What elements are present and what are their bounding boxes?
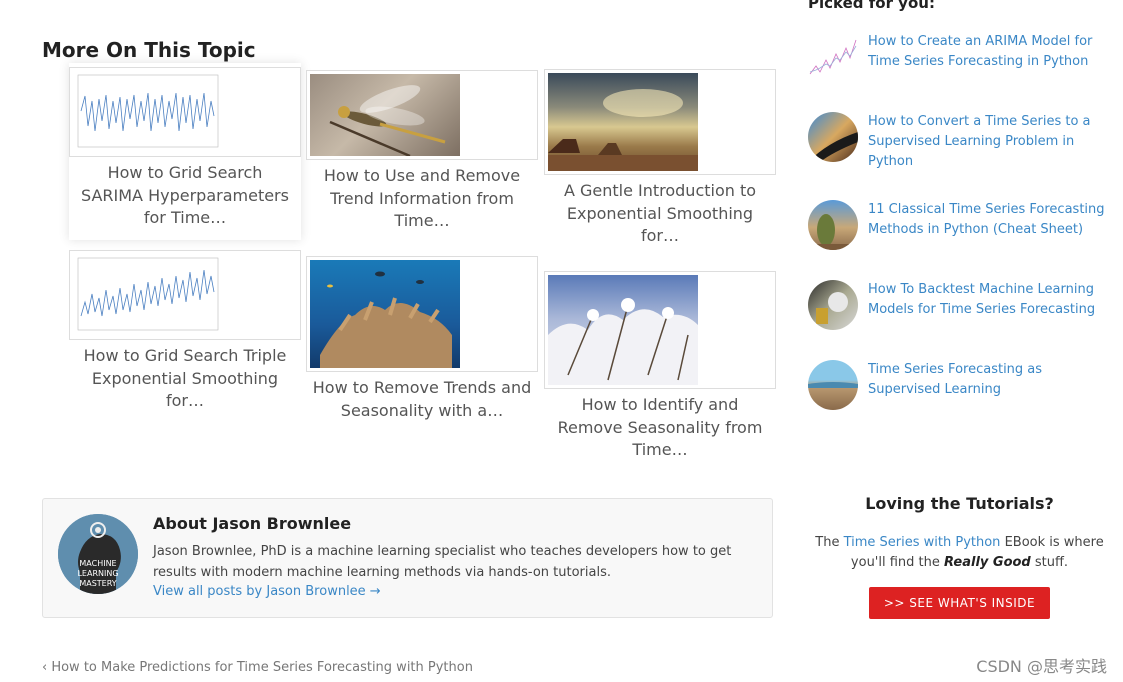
- picked-item-title[interactable]: How to Convert a Time Series to a Superv…: [868, 112, 1113, 172]
- coral-reef-photo-icon: [320, 271, 452, 368]
- cactus-photo-icon: [808, 214, 858, 250]
- related-post-title[interactable]: A Gentle Introduction to Exponential Smo…: [544, 180, 776, 248]
- view-all-posts-link[interactable]: View all posts by Jason Brownlee →: [153, 584, 381, 599]
- line-chart-thumb-icon: [809, 39, 857, 75]
- related-post-card[interactable]: A Gentle Introduction to Exponential Smo…: [544, 69, 776, 248]
- promo-text: The Time Series with Python EBook is whe…: [808, 533, 1111, 573]
- picked-item-thumbnail[interactable]: [808, 280, 858, 330]
- related-post-thumbnail[interactable]: [69, 250, 301, 340]
- picked-for-you-title: Picked for you:: [808, 0, 935, 12]
- picked-item[interactable]: 11 Classical Time Series Forecasting Met…: [808, 200, 1118, 260]
- section-title: More On This Topic: [42, 38, 256, 62]
- promo-text-before: The: [815, 535, 844, 550]
- line-chart-thumb-icon: [73, 71, 223, 153]
- picked-item-title[interactable]: 11 Classical Time Series Forecasting Met…: [868, 200, 1113, 240]
- related-post-card[interactable]: How to Remove Trends and Seasonality wit…: [306, 256, 538, 422]
- picked-item[interactable]: How to Convert a Time Series to a Superv…: [808, 112, 1118, 172]
- picked-item-thumbnail[interactable]: [808, 112, 858, 162]
- ebook-link[interactable]: Time Series with Python: [844, 535, 1001, 550]
- picked-item-thumbnail[interactable]: [808, 32, 858, 82]
- avatar-text-line: LEARNING: [77, 569, 118, 578]
- picked-item-thumbnail[interactable]: [808, 200, 858, 250]
- sidebar: Picked for you: How to Create an ARIMA M…: [808, 0, 1118, 682]
- related-post-thumbnail[interactable]: [544, 271, 776, 389]
- related-post-title[interactable]: How to Grid Search SARIMA Hyperparameter…: [69, 162, 301, 230]
- author-avatar-image: MACHINE LEARNING MASTERY: [58, 514, 138, 594]
- dragonfly-photo-icon: [329, 85, 446, 156]
- related-post-card[interactable]: How to Grid Search Triple Exponential Sm…: [69, 250, 301, 413]
- picked-item[interactable]: How to Create an ARIMA Model for Time Se…: [808, 32, 1118, 92]
- avatar-text-line: MASTERY: [79, 579, 116, 588]
- promo-emphasis: Really Good: [944, 555, 1031, 570]
- picked-item[interactable]: Time Series Forecasting as Supervised Le…: [808, 360, 1118, 420]
- beach-photo-icon: [808, 382, 858, 388]
- promo-title: Loving the Tutorials?: [865, 494, 1054, 513]
- watermark: CSDN @思考实践: [976, 657, 1107, 676]
- desert-sky-photo-icon: [548, 89, 698, 171]
- related-post-thumbnail[interactable]: [306, 256, 538, 372]
- picked-item-thumbnail[interactable]: [808, 360, 858, 410]
- picked-item-title[interactable]: Time Series Forecasting as Supervised Le…: [868, 360, 1113, 400]
- picked-item[interactable]: How To Backtest Machine Learning Models …: [808, 280, 1118, 340]
- related-post-card[interactable]: How to Use and Remove Trend Information …: [306, 70, 538, 233]
- related-post-card[interactable]: How to Grid Search SARIMA Hyperparameter…: [69, 63, 301, 240]
- related-post-title[interactable]: How to Grid Search Triple Exponential Sm…: [69, 345, 301, 413]
- related-post-title[interactable]: How to Use and Remove Trend Information …: [306, 165, 538, 233]
- picked-item-title[interactable]: How To Backtest Machine Learning Models …: [868, 280, 1113, 320]
- author-bio: Jason Brownlee, PhD is a machine learnin…: [153, 544, 732, 580]
- main-content: More On This Topic How to Grid Search SA…: [42, 0, 776, 682]
- promo-box: Loving the Tutorials? The Time Series wi…: [808, 494, 1111, 619]
- promo-text-after: stuff.: [1030, 555, 1069, 570]
- related-post-thumbnail[interactable]: [544, 69, 776, 175]
- related-post-card[interactable]: How to Identify and Remove Seasonality f…: [544, 271, 776, 462]
- line-chart-thumb-icon: [77, 257, 219, 331]
- author-avatar[interactable]: MACHINE LEARNING MASTERY: [58, 514, 138, 594]
- related-post-title[interactable]: How to Identify and Remove Seasonality f…: [544, 394, 776, 462]
- see-whats-inside-button[interactable]: >> SEE WHAT'S INSIDE: [869, 587, 1050, 619]
- robot-photo-icon: [816, 292, 848, 324]
- previous-post-link[interactable]: ‹ How to Make Predictions for Time Serie…: [42, 660, 473, 675]
- picked-item-title[interactable]: How to Create an ARIMA Model for Time Se…: [868, 32, 1113, 72]
- desert-road-photo-icon: [808, 132, 858, 162]
- related-post-thumbnail[interactable]: [69, 67, 301, 157]
- author-heading: About Jason Brownlee: [153, 514, 352, 533]
- avatar-text-line: MACHINE: [79, 559, 116, 568]
- related-post-title[interactable]: How to Remove Trends and Seasonality wit…: [306, 377, 538, 422]
- author-box: MACHINE LEARNING MASTERY About Jason Bro…: [42, 498, 773, 618]
- snowy-branches-photo-icon: [548, 298, 698, 385]
- related-post-thumbnail[interactable]: [306, 70, 538, 160]
